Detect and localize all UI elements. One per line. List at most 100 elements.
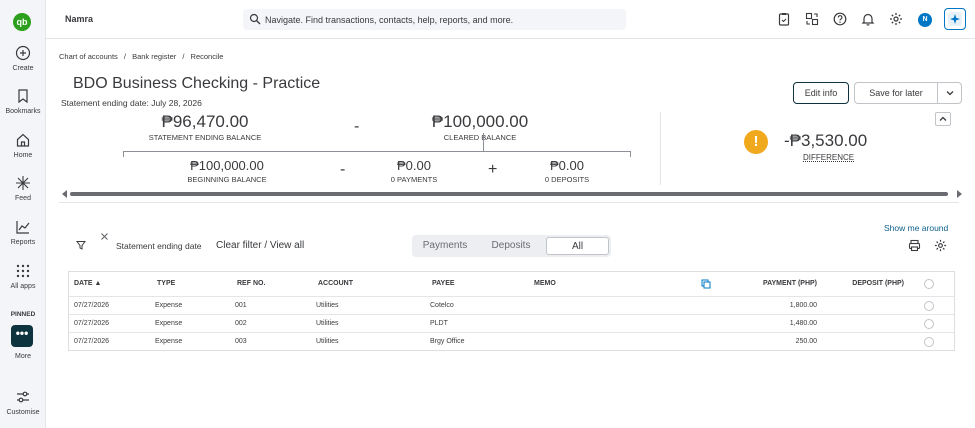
horizontal-scrollbar[interactable]: [70, 192, 948, 196]
cleared-balance-label: CLEARED BALANCE: [443, 133, 517, 142]
table-row[interactable]: 07/27/2026 Expense 003 Utilities Brgy Of…: [69, 332, 954, 350]
grid-icon: [16, 264, 30, 278]
column-deposit[interactable]: DEPOSIT (PHP): [824, 280, 904, 287]
rail-item-more[interactable]: More: [0, 349, 46, 360]
rail-item-label: Home: [13, 152, 33, 159]
plus-operator: +: [488, 161, 498, 178]
apps-switch-icon[interactable]: [805, 12, 819, 26]
bookmark-icon: [18, 89, 28, 104]
breadcrumb-separator: /: [123, 52, 126, 61]
rail-item-label: Customise: [6, 409, 40, 416]
tab-payments[interactable]: Payments: [415, 237, 475, 255]
rail-item-feed[interactable]: Feed: [0, 175, 46, 202]
table-settings-gear-icon[interactable]: [934, 239, 947, 252]
cell-account: Utilities: [316, 338, 339, 345]
company-name[interactable]: Namra: [65, 14, 93, 24]
rail-item-label: Bookmarks: [5, 108, 41, 115]
breadcrumb-separator: /: [182, 52, 185, 61]
quickbooks-logo[interactable]: qb: [13, 13, 31, 31]
assistant-button[interactable]: [944, 8, 966, 30]
minus-operator: -: [340, 161, 346, 178]
minus-operator: -: [354, 118, 360, 135]
save-for-later-button[interactable]: Save for later: [854, 82, 938, 104]
gear-icon[interactable]: [889, 12, 903, 26]
row-clear-radio[interactable]: [924, 337, 934, 347]
scroll-right-arrow[interactable]: [957, 190, 962, 198]
search-input[interactable]: [265, 9, 620, 30]
payments-label: 0 PAYMENTS: [390, 175, 438, 184]
cell-date: 07/27/2026: [74, 320, 110, 327]
search-box[interactable]: [243, 9, 626, 30]
breadcrumb-bank-register[interactable]: Bank register: [132, 52, 176, 61]
bracket-connector: [483, 133, 484, 151]
beginning-balance-amount: ₱100,000.00: [190, 158, 264, 173]
rail-item-customise[interactable]: Customise: [0, 389, 46, 416]
rail-item-all-apps[interactable]: All apps: [0, 263, 46, 290]
rail-item-reports[interactable]: Reports: [0, 219, 46, 246]
select-all-radio[interactable]: [924, 279, 934, 289]
save-options-dropdown[interactable]: [937, 82, 962, 104]
column-account[interactable]: ACCOUNT: [318, 280, 353, 287]
column-type[interactable]: TYPE: [157, 280, 175, 287]
column-ref-no[interactable]: REF NO.: [237, 280, 265, 287]
table-row[interactable]: 07/27/2026 Expense 001 Utilities Cotelco…: [69, 296, 954, 314]
payments-amount: ₱0.00: [397, 158, 431, 173]
cell-ref: 002: [235, 320, 247, 327]
print-icon[interactable]: [908, 239, 921, 252]
rail-item-create[interactable]: Create: [0, 45, 46, 72]
scroll-left-arrow[interactable]: [62, 190, 67, 198]
tab-deposits[interactable]: Deposits: [481, 237, 541, 255]
avatar[interactable]: N: [918, 13, 932, 27]
column-payee[interactable]: PAYEE: [432, 280, 455, 287]
breadcrumb: Chart of accounts / Bank register / Reco…: [59, 52, 227, 61]
transaction-type-tabs: Payments Deposits All: [412, 235, 611, 257]
assistant-icon-bg: [948, 12, 962, 26]
breadcrumb-reconcile: Reconcile: [190, 52, 224, 61]
rail-item-bookmarks[interactable]: Bookmarks: [0, 88, 46, 115]
cell-payment: 1,480.00: [789, 320, 817, 327]
cell-account: Utilities: [316, 302, 339, 309]
cell-payment: 1,800.00: [789, 302, 817, 309]
filter-icon[interactable]: [76, 240, 86, 250]
copy-icon[interactable]: [701, 279, 711, 289]
rail-item-label: All apps: [10, 283, 36, 290]
clear-filter-link[interactable]: Clear filter / View all: [216, 240, 304, 251]
beginning-balance-label: BEGINNING BALANCE: [187, 175, 267, 184]
statement-ending-date: Statement ending date: July 28, 2026: [61, 98, 202, 108]
column-payment[interactable]: PAYMENT (PHP): [737, 280, 817, 287]
warning-icon: !: [744, 130, 768, 154]
show-me-around-link[interactable]: Show me around: [884, 223, 948, 233]
difference-label[interactable]: DIFFERENCE: [803, 153, 854, 162]
edit-info-button[interactable]: Edit info: [793, 82, 849, 104]
assistant-sparkle-icon: [950, 14, 960, 24]
left-rail: qb Create Bookmarks Home Feed Reports Al…: [0, 0, 46, 428]
cell-type: Expense: [155, 338, 183, 345]
row-clear-radio[interactable]: [924, 301, 934, 311]
column-memo[interactable]: MEMO: [534, 280, 556, 287]
section-divider: [59, 202, 959, 203]
statement-ending-balance-label: STATEMENT ENDING BALANCE: [148, 133, 262, 142]
cell-payment: 250.00: [795, 338, 817, 345]
cleared-balance-amount: ₱100,000.00: [431, 112, 529, 131]
close-icon[interactable]: [100, 232, 109, 241]
bell-icon[interactable]: [861, 12, 875, 26]
breadcrumb-chart-of-accounts[interactable]: Chart of accounts: [59, 52, 118, 61]
tab-all[interactable]: All: [546, 237, 609, 255]
filter-chip-label: Statement ending date: [116, 241, 202, 251]
collapse-summary-button[interactable]: [935, 112, 951, 126]
rail-item-home[interactable]: Home: [0, 132, 46, 159]
table-row[interactable]: 07/27/2026 Expense 002 Utilities PLDT 1,…: [69, 314, 954, 332]
top-bar: Namra N: [46, 0, 975, 39]
help-icon[interactable]: [833, 12, 847, 26]
more-button[interactable]: •••: [11, 325, 33, 347]
page-title: BDO Business Checking - Practice: [73, 75, 321, 92]
clipboard-check-icon[interactable]: [777, 12, 791, 26]
cell-date: 07/27/2026: [74, 338, 110, 345]
transactions-table: DATE ▲ TYPE REF NO. ACCOUNT PAYEE MEMO P…: [68, 271, 955, 351]
summary-divider: [660, 112, 661, 185]
row-clear-radio[interactable]: [924, 319, 934, 329]
rail-item-label: Feed: [15, 195, 31, 202]
column-date[interactable]: DATE ▲: [74, 280, 101, 287]
statement-ending-balance-amount: ₱96,470.00: [161, 112, 249, 131]
chevron-up-icon: [939, 116, 947, 121]
